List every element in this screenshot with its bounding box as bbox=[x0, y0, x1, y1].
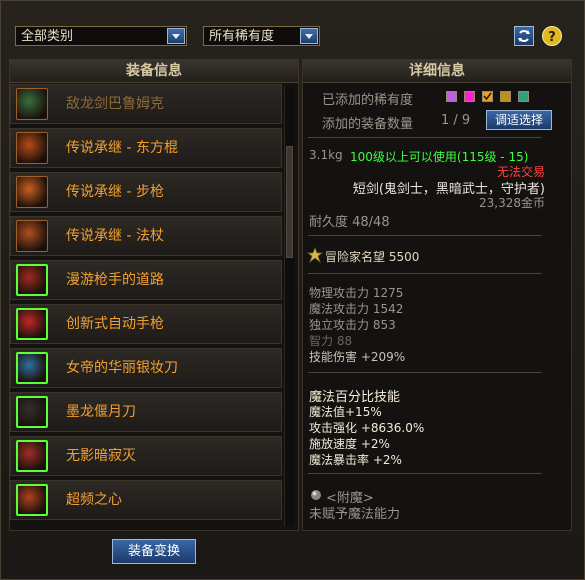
rarity-swatch[interactable] bbox=[446, 91, 457, 102]
item-name: 无影暗寂灭 bbox=[66, 448, 136, 464]
added-count-label: 添加的装备数量 bbox=[322, 117, 414, 132]
stat-line: 魔法攻击力 1542 bbox=[309, 302, 404, 316]
divider bbox=[308, 235, 542, 236]
skill-stat-line: 魔法暴击率 +2% bbox=[309, 453, 402, 467]
rarity-dropdown-value: 所有稀有度 bbox=[209, 29, 275, 44]
chevron-down-icon[interactable] bbox=[300, 28, 318, 44]
list-item[interactable]: 传说承继 - 法杖 bbox=[10, 216, 282, 256]
category-dropdown-value: 全部类别 bbox=[21, 29, 74, 44]
pistol-icon bbox=[16, 308, 48, 340]
gun-icon bbox=[16, 264, 48, 296]
dagger-icon bbox=[16, 440, 48, 472]
divider bbox=[308, 473, 542, 474]
item-price: 23,328金币 bbox=[479, 196, 545, 210]
refresh-button[interactable] bbox=[514, 26, 534, 46]
skill-stat-line: 攻击强化 +8636.0% bbox=[309, 421, 425, 435]
orb-icon bbox=[311, 490, 321, 500]
chevron-down-icon[interactable] bbox=[167, 28, 185, 44]
list-item[interactable]: 墨龙偃月刀 bbox=[10, 392, 282, 432]
stat-line: 智力 88 bbox=[309, 334, 353, 348]
rarity-swatch-checked[interactable] bbox=[482, 91, 493, 102]
rarity-dropdown[interactable]: 所有稀有度 bbox=[203, 26, 320, 46]
category-dropdown[interactable]: 全部类别 bbox=[15, 26, 187, 46]
durability: 耐久度 48/48 bbox=[309, 215, 390, 230]
list-item[interactable]: 无影暗寂灭 bbox=[10, 436, 282, 476]
wand-icon bbox=[16, 220, 48, 252]
stat-line: 独立攻击力 853 bbox=[309, 318, 396, 332]
refresh-icon bbox=[518, 30, 530, 42]
rarity-swatch[interactable] bbox=[464, 91, 475, 102]
svg-text:?: ? bbox=[548, 30, 556, 45]
list-item[interactable]: 漫游枪手的道路 bbox=[10, 260, 282, 300]
fame-icon bbox=[307, 247, 323, 263]
stat-line: 物理攻击力 1275 bbox=[309, 286, 404, 300]
divider bbox=[308, 372, 542, 373]
detail-panel-title: 详细信息 bbox=[303, 60, 571, 83]
added-rarity-label: 已添加的稀有度 bbox=[322, 93, 414, 108]
list-item[interactable]: 传说承继 - 东方棍 bbox=[10, 128, 282, 168]
adventurer-fame: 冒险家名望 5500 bbox=[325, 250, 420, 264]
stat-line: 技能伤害 +209% bbox=[309, 350, 406, 364]
item-name: 超频之心 bbox=[66, 492, 122, 508]
list-item[interactable]: 传说承继 - 步枪 bbox=[10, 172, 282, 212]
adjust-selection-button[interactable]: 调适选择 bbox=[486, 110, 552, 130]
skill-stat-line: 魔法值+15% bbox=[309, 405, 382, 419]
enchant-value: 未赋予魔法能力 bbox=[309, 507, 401, 522]
skill-stat-line: 施放速度 +2% bbox=[309, 437, 390, 451]
item-name: 创新式自动手枪 bbox=[66, 316, 164, 332]
rarity-swatch[interactable] bbox=[518, 91, 529, 102]
blade-icon bbox=[16, 352, 48, 384]
item-name: 传说承继 - 步枪 bbox=[66, 184, 164, 200]
scrollbar-thumb[interactable] bbox=[286, 146, 293, 258]
heart-icon bbox=[16, 484, 48, 516]
divider bbox=[308, 137, 542, 138]
staff-icon bbox=[16, 132, 48, 164]
item-name: 传说承继 - 东方棍 bbox=[66, 140, 178, 156]
item-name: 墨龙偃月刀 bbox=[66, 404, 136, 420]
help-button[interactable]: ? bbox=[542, 26, 562, 46]
question-icon: ? bbox=[548, 30, 556, 45]
list-item[interactable]: 超频之心 bbox=[10, 480, 282, 520]
equipment-change-button[interactable]: 装备变换 bbox=[112, 539, 196, 564]
equipment-list-scrollbar[interactable] bbox=[284, 86, 294, 526]
rifle-icon bbox=[16, 176, 48, 208]
list-item[interactable]: 敌龙剑巴鲁姆克 bbox=[10, 84, 282, 124]
item-name: 女帝的华丽银妆刀 bbox=[66, 360, 178, 376]
item-weight: 3.1kg bbox=[309, 148, 343, 162]
equipment-list-title: 装备信息 bbox=[10, 60, 298, 83]
glaive-icon bbox=[16, 396, 48, 428]
list-item[interactable]: 创新式自动手枪 bbox=[10, 304, 282, 344]
item-name: 敌龙剑巴鲁姆克 bbox=[66, 96, 164, 112]
check-icon bbox=[483, 92, 492, 101]
item-name: 传说承继 - 法杖 bbox=[66, 228, 164, 244]
divider bbox=[308, 273, 542, 274]
item-name: 漫游枪手的道路 bbox=[66, 272, 164, 288]
added-count-value: 1 / 9 bbox=[441, 113, 471, 128]
sword-icon bbox=[16, 88, 48, 120]
list-item[interactable]: 女帝的华丽银妆刀 bbox=[10, 348, 282, 388]
rarity-swatch[interactable] bbox=[500, 91, 511, 102]
